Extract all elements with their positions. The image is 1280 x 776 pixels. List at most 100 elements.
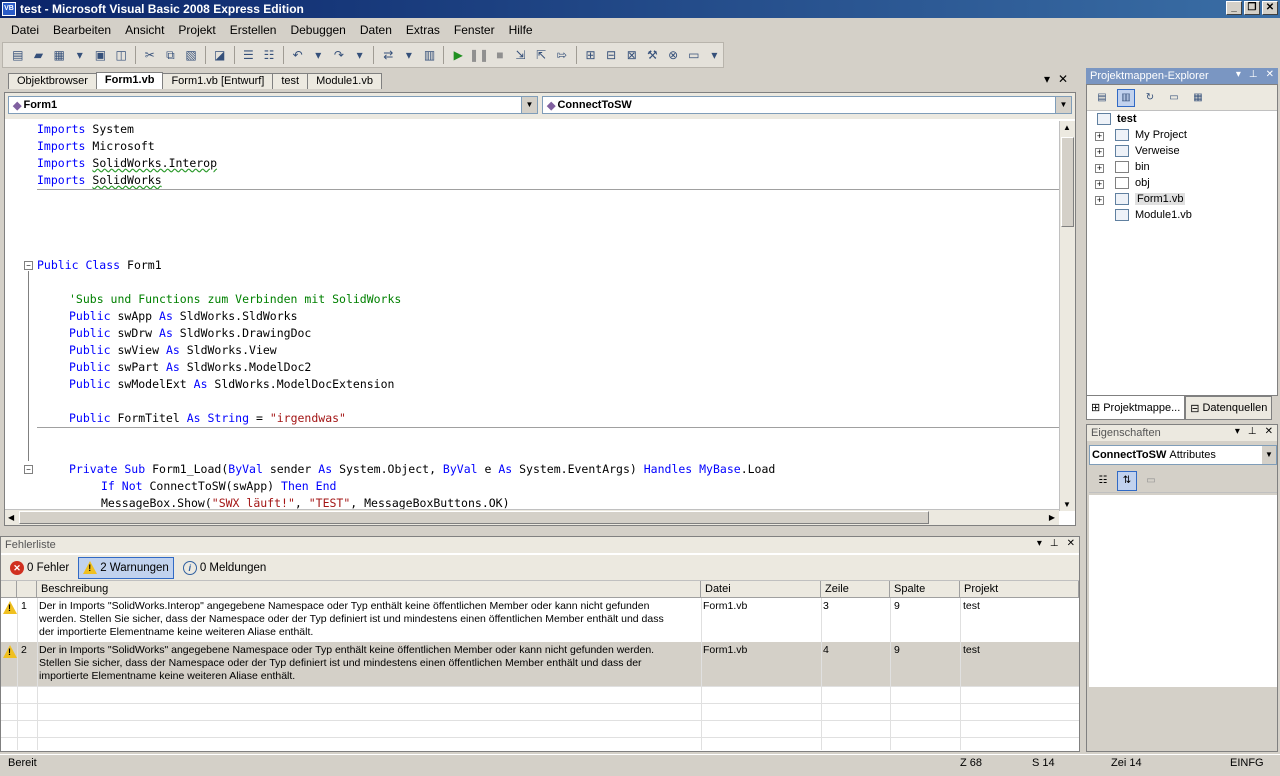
pin-icon[interactable]: ⊥ xyxy=(1249,69,1258,80)
tree-item-verweise[interactable]: Verweise xyxy=(1115,143,1180,159)
close-tab-icon[interactable]: ✕ xyxy=(1058,72,1068,86)
alphabetical-icon[interactable]: ⇅ xyxy=(1117,470,1137,491)
view-designer-icon[interactable]: ▦ xyxy=(1189,89,1207,107)
redo-dropdown-icon[interactable]: ▾ xyxy=(351,46,369,64)
menu-bearbeiten[interactable]: Bearbeiten xyxy=(46,23,118,37)
table-row[interactable]: 1 Der in Imports "SolidWorks.Interop" an… xyxy=(1,598,1079,642)
col-icon[interactable] xyxy=(1,581,17,598)
tab-objektbrowser[interactable]: Objektbrowser xyxy=(8,73,97,89)
menu-projekt[interactable]: Projekt xyxy=(171,23,222,37)
redo-icon[interactable]: ↷ xyxy=(330,46,348,64)
save-all-icon[interactable]: ◫ xyxy=(112,46,130,64)
messages-filter-button[interactable]: i0 Meldungen xyxy=(178,557,272,579)
undo-icon[interactable]: ↶ xyxy=(289,46,307,64)
window-position-icon[interactable]: ▾ xyxy=(1236,69,1241,80)
menu-erstellen[interactable]: Erstellen xyxy=(223,23,284,37)
undo-dropdown-icon[interactable]: ▾ xyxy=(309,46,327,64)
collapse-class-icon[interactable]: − xyxy=(24,261,33,270)
expand-icon[interactable]: + xyxy=(1095,132,1104,141)
find-icon[interactable]: ◪ xyxy=(211,46,229,64)
start-page-icon[interactable]: ▭ xyxy=(685,46,703,64)
menu-debuggen[interactable]: Debuggen xyxy=(283,23,352,37)
tree-item-module1[interactable]: Module1.vb xyxy=(1115,207,1192,223)
col-zeile[interactable]: Zeile xyxy=(821,581,890,598)
properties-icon[interactable]: ▤ xyxy=(1093,89,1111,107)
scroll-thumb[interactable] xyxy=(1061,137,1074,227)
minimize-button[interactable]: _ xyxy=(1226,1,1242,15)
build-icon[interactable]: ▥ xyxy=(421,46,439,64)
comment-icon[interactable]: ☰ xyxy=(240,46,258,64)
add-item-icon[interactable]: ▦ xyxy=(50,46,68,64)
error-list-icon[interactable]: ⊗ xyxy=(664,46,682,64)
col-datei[interactable]: Datei xyxy=(701,581,821,598)
copy-icon[interactable]: ⧉ xyxy=(162,46,180,64)
tab-solution-explorer[interactable]: ⊞ Projektmappe... xyxy=(1086,396,1186,420)
close-icon[interactable]: ✕ xyxy=(1265,426,1273,437)
properties-object-combo[interactable]: ConnectToSW Attributes ▼ xyxy=(1089,445,1277,465)
tab-form1-code[interactable]: Form1.vb xyxy=(95,72,164,89)
properties-icon[interactable]: ⊟ xyxy=(602,46,620,64)
cut-icon[interactable]: ✂ xyxy=(141,46,159,64)
menu-datei[interactable]: Datei xyxy=(4,23,46,37)
categorized-icon[interactable]: ☷ xyxy=(1093,471,1113,491)
tab-module1[interactable]: Module1.vb xyxy=(307,73,382,89)
expand-icon[interactable]: + xyxy=(1095,180,1104,189)
table-row[interactable]: 2 Der in Imports "SolidWorks" angegebene… xyxy=(1,642,1079,686)
chevron-down-icon[interactable]: ▼ xyxy=(521,97,537,113)
collapse-sub-icon[interactable]: − xyxy=(24,465,33,474)
tree-item-my-project[interactable]: My Project xyxy=(1115,127,1187,143)
expand-icon[interactable]: + xyxy=(1095,164,1104,173)
menu-extras[interactable]: Extras xyxy=(399,23,447,37)
chevron-down-icon[interactable]: ▼ xyxy=(1262,446,1276,464)
scroll-up-icon[interactable]: ▲ xyxy=(1063,123,1071,132)
class-name-combo[interactable]: ◆ Form1 ▼ xyxy=(8,96,538,114)
open-icon[interactable]: ▰ xyxy=(30,46,48,64)
menu-daten[interactable]: Daten xyxy=(353,23,399,37)
editor-horizontal-scrollbar[interactable]: ◀ ▶ xyxy=(5,509,1059,525)
pin-icon[interactable]: ⊥ xyxy=(1248,426,1257,437)
expand-icon[interactable]: + xyxy=(1095,196,1104,205)
close-button[interactable]: ✕ xyxy=(1262,1,1278,15)
chevron-down-icon[interactable]: ▼ xyxy=(1055,97,1071,113)
view-code-icon[interactable]: ▭ xyxy=(1165,89,1183,107)
toolbar-options-icon[interactable]: ▾ xyxy=(706,46,724,64)
col-projekt[interactable]: Projekt xyxy=(960,581,1079,598)
tree-root-test[interactable]: test xyxy=(1097,111,1137,127)
code-text-area[interactable]: Imports System Imports Microsoft Imports… xyxy=(5,121,1059,511)
solution-explorer-icon[interactable]: ⊞ xyxy=(582,46,600,64)
tab-list-icon[interactable]: ▾ xyxy=(1044,72,1050,86)
paste-icon[interactable]: ▧ xyxy=(182,46,200,64)
scroll-down-icon[interactable]: ▼ xyxy=(1063,500,1071,509)
window-position-icon[interactable]: ▾ xyxy=(1235,426,1240,437)
menu-fenster[interactable]: Fenster xyxy=(447,23,502,37)
warnings-filter-button[interactable]: 2 Warnungen xyxy=(78,556,174,579)
col-spalte[interactable]: Spalte xyxy=(890,581,960,598)
menu-ansicht[interactable]: Ansicht xyxy=(118,23,171,37)
tree-item-bin[interactable]: bin xyxy=(1115,159,1150,175)
new-project-icon[interactable]: ▤ xyxy=(9,46,27,64)
menu-hilfe[interactable]: Hilfe xyxy=(502,23,540,37)
method-name-combo[interactable]: ◆ ConnectToSW ▼ xyxy=(542,96,1072,114)
object-browser-icon[interactable]: ⊠ xyxy=(623,46,641,64)
dropdown-arrow-icon[interactable]: ▾ xyxy=(71,46,89,64)
restore-button[interactable]: ❐ xyxy=(1244,1,1260,15)
tree-item-form1[interactable]: Form1.vb xyxy=(1115,191,1186,207)
property-pages-icon[interactable]: ▭ xyxy=(1141,471,1161,491)
step-over-icon[interactable]: ⇱ xyxy=(532,46,550,64)
properties-grid[interactable] xyxy=(1089,495,1277,687)
pause-icon[interactable]: ❚❚ xyxy=(469,46,489,64)
expand-icon[interactable]: + xyxy=(1095,148,1104,157)
editor-vertical-scrollbar[interactable]: ▲ ▼ xyxy=(1059,121,1075,511)
save-icon[interactable]: ▣ xyxy=(92,46,110,64)
scroll-thumb[interactable] xyxy=(19,511,929,524)
step-into-icon[interactable]: ⇲ xyxy=(512,46,530,64)
window-position-icon[interactable]: ▾ xyxy=(1037,538,1042,549)
pin-icon[interactable]: ⊥ xyxy=(1050,538,1059,549)
step-out-icon[interactable]: ⇰ xyxy=(553,46,571,64)
start-debug-icon[interactable]: ▶ xyxy=(449,46,467,64)
uncomment-icon[interactable]: ☷ xyxy=(260,46,278,64)
tab-data-sources[interactable]: ⊟ Datenquellen xyxy=(1185,396,1273,420)
show-all-files-icon[interactable]: ▥ xyxy=(1117,88,1135,107)
navigate-icon[interactable]: ⇄ xyxy=(379,46,397,64)
refresh-icon[interactable]: ↻ xyxy=(1141,89,1159,107)
